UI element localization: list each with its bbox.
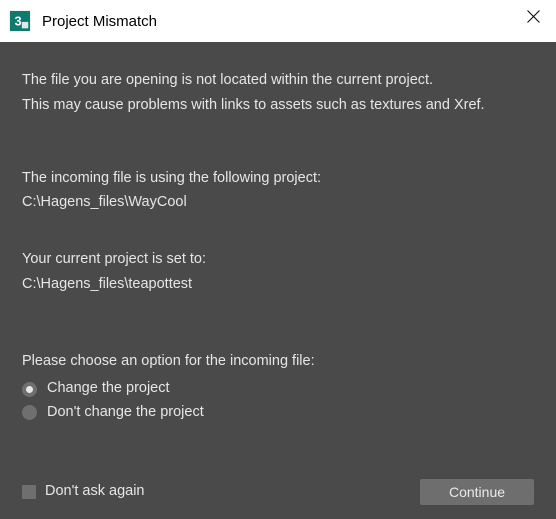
incoming-project-label: The incoming file is using the following… xyxy=(22,168,534,190)
bottom-row: Don't ask again Continue xyxy=(22,479,534,505)
continue-button-label: Continue xyxy=(449,484,505,500)
radio-button-icon xyxy=(22,405,37,420)
radio-group: Change the project Don't change the proj… xyxy=(22,378,534,424)
radio-change-project[interactable]: Change the project xyxy=(22,378,534,400)
checkbox-label: Don't ask again xyxy=(45,481,145,503)
dialog-content: The file you are opening is not located … xyxy=(0,42,556,519)
current-project-label: Your current project is set to: xyxy=(22,249,534,271)
warning-text-1: The file you are opening is not located … xyxy=(22,70,534,92)
svg-text:3: 3 xyxy=(15,14,22,29)
continue-button[interactable]: Continue xyxy=(420,479,534,505)
window-title: Project Mismatch xyxy=(42,13,157,30)
incoming-project-path: C:\Hagens_files\WayCool xyxy=(22,192,534,214)
warning-text-2: This may cause problems with links to as… xyxy=(22,95,534,117)
radio-button-icon xyxy=(22,382,37,397)
dont-ask-again-checkbox[interactable]: Don't ask again xyxy=(22,481,145,503)
checkbox-icon xyxy=(22,485,36,499)
current-project-path: C:\Hagens_files\teapottest xyxy=(22,274,534,296)
app-icon: 3 xyxy=(8,9,32,33)
radio-dont-change-project[interactable]: Don't change the project xyxy=(22,402,534,424)
close-icon xyxy=(527,10,540,23)
titlebar: 3 Project Mismatch xyxy=(0,0,556,42)
choose-option-label: Please choose an option for the incoming… xyxy=(22,351,534,373)
close-button[interactable] xyxy=(510,0,556,32)
radio-label: Don't change the project xyxy=(47,402,204,424)
radio-label: Change the project xyxy=(47,378,170,400)
